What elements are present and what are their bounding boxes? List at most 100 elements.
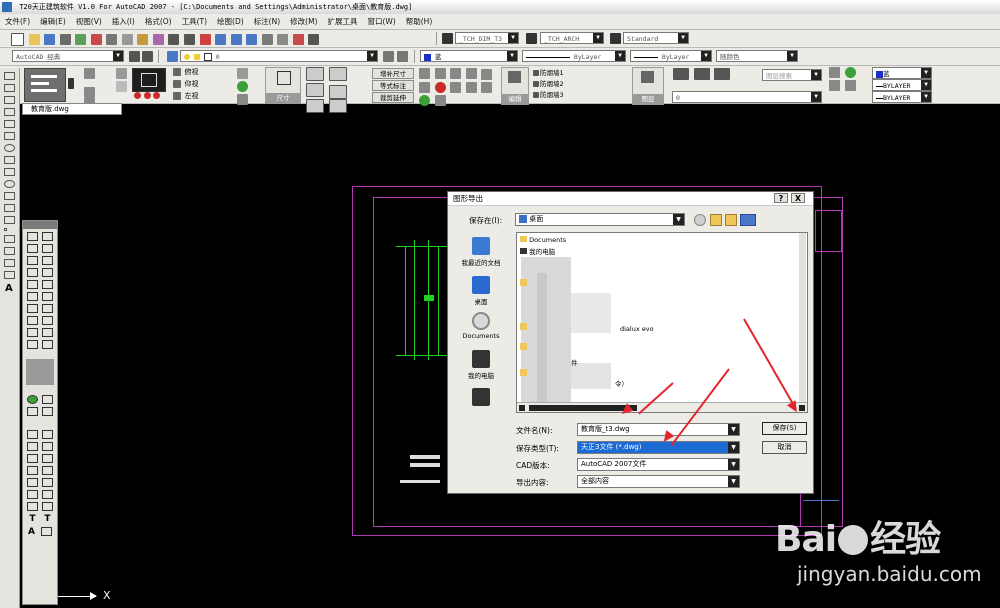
layer-tool-icon-1[interactable] [673, 68, 689, 80]
palette-tool-q[interactable] [42, 502, 53, 511]
smoke-wall-1[interactable]: 防烟墙1 [532, 68, 622, 79]
palette-tool-o[interactable] [42, 490, 53, 499]
right-tool-icon-1[interactable] [829, 67, 840, 78]
match-properties-icon[interactable] [152, 34, 164, 45]
layer-search-combo[interactable]: 图层搜索 ▼ [762, 69, 822, 81]
text-style-combo[interactable]: _TCH_DIM_T3 ▼ [455, 32, 519, 44]
right-tool-icon-2[interactable] [844, 67, 856, 78]
wall-tool-icon-7[interactable] [450, 82, 462, 93]
save-button[interactable]: 保存(S) [762, 422, 807, 435]
break-tool[interactable] [42, 292, 53, 301]
arc-dim-icon[interactable] [306, 99, 324, 113]
aligned-dim-icon[interactable] [328, 67, 347, 81]
chamfer-tool[interactable] [42, 304, 53, 313]
layer-tool-icon-3[interactable] [714, 68, 731, 80]
mirror-tool[interactable] [27, 244, 38, 253]
insert-block-tool[interactable] [4, 204, 15, 212]
zoom-realtime-icon[interactable] [215, 34, 227, 45]
save-in-combo[interactable]: 桌面 ▼ [515, 213, 685, 226]
view-menu-icon[interactable] [740, 214, 756, 226]
document-tab[interactable]: 教育版.dwg [22, 103, 122, 115]
revision-cloud-tool[interactable] [4, 156, 15, 164]
up-folder-icon[interactable] [710, 214, 722, 226]
zoom-previous-icon[interactable] [246, 34, 258, 45]
wall-tool-icon-5[interactable] [481, 69, 493, 80]
palette-tool-l[interactable] [27, 478, 38, 487]
new-folder-icon[interactable] [725, 214, 737, 226]
make-block-tool[interactable] [4, 216, 15, 224]
lineweight-combo[interactable]: ByLayer ▼ [630, 50, 712, 62]
scale-tool[interactable] [42, 268, 53, 277]
ellipse-arc-tool[interactable] [4, 192, 15, 200]
wall-tool-icon-1[interactable] [419, 68, 430, 79]
logo-dropdown-icon[interactable] [68, 78, 74, 89]
palette-tool-m[interactable] [42, 478, 53, 487]
spline-tool[interactable] [4, 168, 15, 176]
palette-tool-a[interactable] [42, 395, 53, 404]
place-documents[interactable]: Documents [457, 312, 505, 340]
table-style-combo[interactable]: Standard ▼ [623, 32, 689, 44]
green-dot-icon[interactable] [237, 81, 248, 92]
file-list[interactable]: Documents 我的电脑 dialux evo 件 令） [516, 232, 808, 413]
calculator-icon[interactable] [308, 34, 320, 45]
menu-item-edit[interactable]: 编辑(E) [35, 16, 71, 27]
file-item-my-computer[interactable]: 我的电脑 [520, 246, 555, 256]
wall-tool-icon-4[interactable] [465, 68, 477, 79]
workspace-combo[interactable]: AutoCAD 经典 ▼ [12, 50, 124, 62]
gradient-tool[interactable] [4, 247, 15, 255]
save-icon[interactable] [44, 34, 56, 45]
make-current-layer-icon[interactable] [383, 51, 394, 62]
close-button[interactable]: X [791, 193, 805, 203]
construction-line-tool[interactable] [4, 84, 15, 92]
dialog-title-bar[interactable]: 图形导出 ? X [448, 192, 813, 206]
file-item-dialux[interactable]: dialux evo [620, 325, 654, 333]
offset-tool[interactable] [42, 244, 53, 253]
palette-tool-j[interactable] [27, 466, 38, 475]
copy-icon[interactable] [121, 34, 133, 45]
menu-item-file[interactable]: 文件(F) [0, 16, 35, 27]
new-icon[interactable] [11, 33, 24, 46]
horizontal-scrollbar[interactable] [517, 402, 807, 412]
menu-item-view[interactable]: 视图(V) [71, 16, 107, 27]
properties-icon[interactable] [261, 34, 273, 45]
palette-tool-b[interactable] [27, 407, 38, 416]
file-item-documents[interactable]: Documents [520, 236, 566, 244]
view-left[interactable]: 左视 [185, 92, 199, 100]
smoke-wall-3[interactable]: 防烟墙3 [532, 90, 622, 101]
menu-item-ext-tools[interactable]: 扩展工具 [322, 16, 362, 27]
arc-tool[interactable] [4, 132, 15, 140]
array-tool[interactable] [27, 256, 38, 265]
trim-tool[interactable] [42, 280, 53, 289]
undo-icon[interactable] [168, 34, 180, 45]
help-button[interactable]: ? [774, 193, 788, 203]
redo-icon[interactable] [184, 34, 196, 45]
workspace-save-icon[interactable] [142, 51, 153, 62]
linetype-combo[interactable]: ByLayer ▼ [522, 50, 626, 62]
filename-input[interactable]: 教育版_t3.dwg ▼ [577, 423, 740, 436]
extend-tool[interactable] [27, 292, 38, 301]
dim-style-combo[interactable]: _TCH_ARCH ▼ [540, 32, 604, 44]
camera-icon[interactable] [237, 94, 248, 105]
palette-tool-i[interactable] [42, 454, 53, 463]
green-status-icon[interactable] [27, 395, 38, 404]
angular-dim-icon[interactable] [306, 83, 324, 97]
trim-extend-button[interactable]: 裁剪延伸 [372, 92, 414, 103]
fillet-tool[interactable] [27, 316, 38, 325]
back-icon[interactable] [694, 214, 706, 226]
linear-dim-icon[interactable] [306, 67, 324, 81]
text-tool-icon[interactable]: T [29, 514, 35, 524]
smoke-wall-2[interactable]: 防烟墙2 [532, 79, 622, 90]
layer-panel-button[interactable]: 图层 [632, 67, 664, 105]
palette-tool-g[interactable] [42, 442, 53, 451]
menu-item-modify[interactable]: 修改(M) [285, 16, 322, 27]
tool-palettes-icon[interactable] [292, 34, 304, 45]
equation-dimension-button[interactable]: 等式标注 [372, 80, 414, 91]
cancel-button[interactable]: 取消 [762, 441, 807, 454]
color-combo[interactable]: 蓝 ▼ [420, 50, 518, 62]
pan-icon[interactable] [199, 34, 211, 45]
layer-previous-icon[interactable] [397, 51, 408, 62]
ellipse-tool[interactable] [4, 180, 15, 188]
polygon-tool[interactable] [4, 108, 15, 116]
menu-item-dimension[interactable]: 标注(N) [249, 16, 285, 27]
multiline-text-icon[interactable]: A [5, 283, 19, 294]
